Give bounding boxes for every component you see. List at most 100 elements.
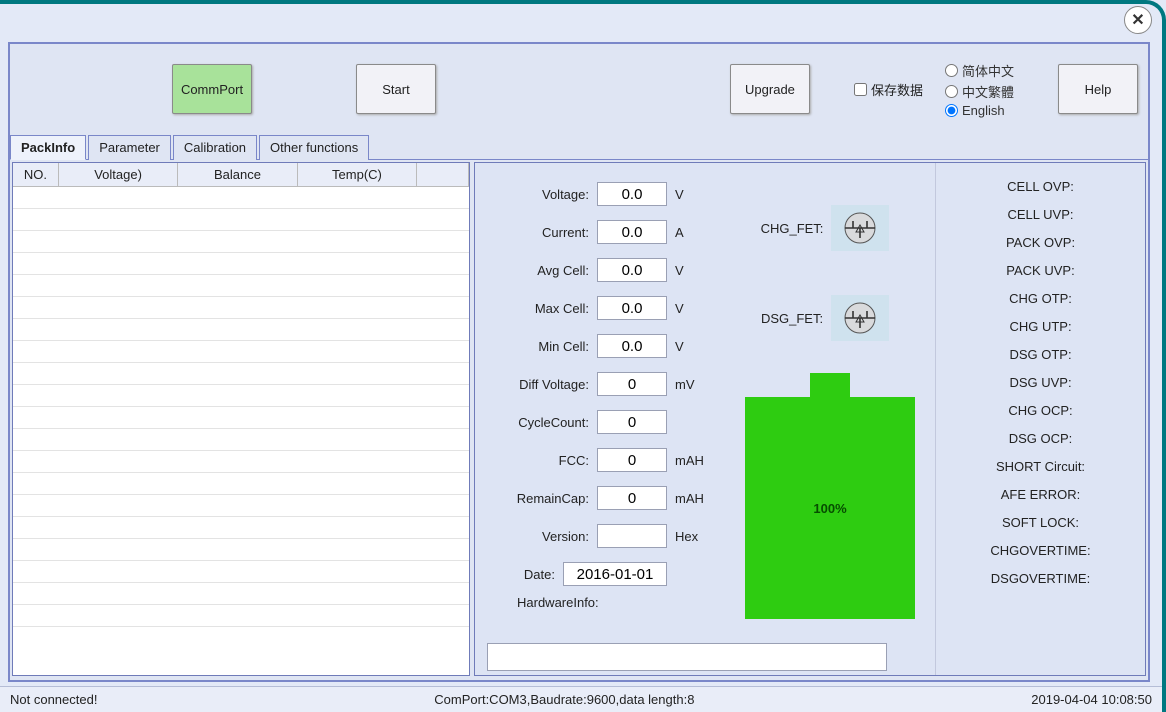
col-temp[interactable]: Temp(C) [298,163,417,186]
dsgfet-icon [831,295,889,341]
save-data-check[interactable] [854,83,867,96]
status-port: ComPort:COM3,Baudrate:9600,data length:8 [434,692,694,707]
hwinfo-label: HardwareInfo: [517,595,599,610]
table-row [13,561,469,583]
tab-other[interactable]: Other functions [259,135,369,160]
start-button[interactable]: Start [356,64,436,114]
app-window: ✕ CommPort Start Upgrade 保存数据 简体中文 中文繁體 … [0,0,1166,712]
col-no[interactable]: NO. [13,163,59,186]
col-balance[interactable]: Balance [178,163,297,186]
table-row [13,605,469,627]
content-frame: CommPort Start Upgrade 保存数据 简体中文 中文繁體 En… [8,42,1150,682]
mincell-unit: V [675,339,709,354]
version-unit: Hex [675,529,709,544]
fault-pack-uvp: PACK UVP: [1006,263,1074,278]
col-extra [417,163,469,186]
fault-pack-ovp: PACK OVP: [1006,235,1075,250]
remain-label: RemainCap: [475,491,589,506]
upgrade-button[interactable]: Upgrade [730,64,810,114]
fault-softlock: SOFT LOCK: [1002,515,1079,530]
fault-chg-otp: CHG OTP: [1009,291,1072,306]
save-data-checkbox[interactable]: 保存数据 [854,80,923,99]
date-value[interactable] [563,562,667,586]
table-row [13,407,469,429]
fcc-unit: mAH [675,453,709,468]
dsgfet-label: DSG_FET: [761,311,823,326]
remain-unit: mAH [675,491,709,506]
cell-grid: NO. Voltage) Balance Temp(C) [12,162,470,676]
table-row [13,341,469,363]
diffv-unit: mV [675,377,709,392]
table-row [13,451,469,473]
fault-dsg-uvp: DSG UVP: [1009,375,1071,390]
table-row [13,231,469,253]
chgfet-label: CHG_FET: [761,221,824,236]
table-row [13,539,469,561]
avgcell-label: Avg Cell: [475,263,589,278]
diffv-value[interactable] [597,372,667,396]
table-row [13,209,469,231]
tab-body: NO. Voltage) Balance Temp(C) [10,160,1148,678]
avgcell-value[interactable] [597,258,667,282]
battery-percent: 100% [813,501,846,516]
fault-chg-utp: CHG UTP: [1009,319,1071,334]
fcc-value[interactable] [597,448,667,472]
fault-dsg-ocp: DSG OCP: [1009,431,1073,446]
remain-value[interactable] [597,486,667,510]
lang-simplified[interactable]: 简体中文 [945,61,1014,80]
status-datetime: 2019-04-04 10:08:50 [1031,692,1152,707]
fault-dsgot: DSGOVERTIME: [991,571,1090,586]
table-row [13,363,469,385]
save-data-label: 保存数据 [871,80,923,99]
voltage-value[interactable] [597,182,667,206]
current-value[interactable] [597,220,667,244]
mincell-value[interactable] [597,334,667,358]
avgcell-unit: V [675,263,709,278]
maxcell-unit: V [675,301,709,316]
table-row [13,473,469,495]
fault-cell-uvp: CELL UVP: [1008,207,1074,222]
table-row [13,429,469,451]
tab-packinfo[interactable]: PackInfo [10,135,86,160]
maxcell-label: Max Cell: [475,301,589,316]
close-icon[interactable]: ✕ [1124,6,1152,34]
faults-column: CELL OVP: CELL UVP: PACK OVP: PACK UVP: … [935,163,1145,675]
fault-chg-ocp: CHG OCP: [1008,403,1072,418]
fault-short: SHORT Circuit: [996,459,1085,474]
table-row [13,517,469,539]
version-value[interactable] [597,524,667,548]
grid-header: NO. Voltage) Balance Temp(C) [13,163,469,187]
hwinfo-field[interactable] [487,643,887,671]
help-button[interactable]: Help [1058,64,1138,114]
language-radios: 简体中文 中文繁體 English [945,61,1014,118]
metrics-column: Voltage: V Current: A Avg Cell: V Max Cell:… [475,163,715,675]
table-row [13,385,469,407]
maxcell-value[interactable] [597,296,667,320]
status-bar: Not connected! ComPort:COM3,Baudrate:960… [0,686,1162,712]
voltage-label: Voltage: [475,187,589,202]
tab-parameter[interactable]: Parameter [88,135,171,160]
cycle-value[interactable] [597,410,667,434]
comm-port-button[interactable]: CommPort [172,64,252,114]
current-label: Current: [475,225,589,240]
fault-chgot: CHGOVERTIME: [990,543,1090,558]
current-unit: A [675,225,709,240]
mincell-label: Min Cell: [475,339,589,354]
lang-english[interactable]: English [945,103,1014,118]
diffv-label: Diff Voltage: [475,377,589,392]
table-row [13,319,469,341]
fault-cell-ovp: CELL OVP: [1007,179,1074,194]
table-row [13,253,469,275]
battery-icon: 100% [745,373,915,619]
center-column: CHG_FET: DSG_FET: 100% [715,163,935,675]
col-voltage[interactable]: Voltage) [59,163,178,186]
lang-traditional[interactable]: 中文繁體 [945,82,1014,101]
info-panel: Voltage: V Current: A Avg Cell: V Max Cell:… [474,162,1146,676]
table-row [13,187,469,209]
grid-rows [13,187,469,673]
tab-calibration[interactable]: Calibration [173,135,257,160]
table-row [13,583,469,605]
tab-bar: PackInfo Parameter Calibration Other fun… [10,134,1148,160]
fault-dsg-otp: DSG OTP: [1009,347,1071,362]
fault-afe: AFE ERROR: [1001,487,1080,502]
